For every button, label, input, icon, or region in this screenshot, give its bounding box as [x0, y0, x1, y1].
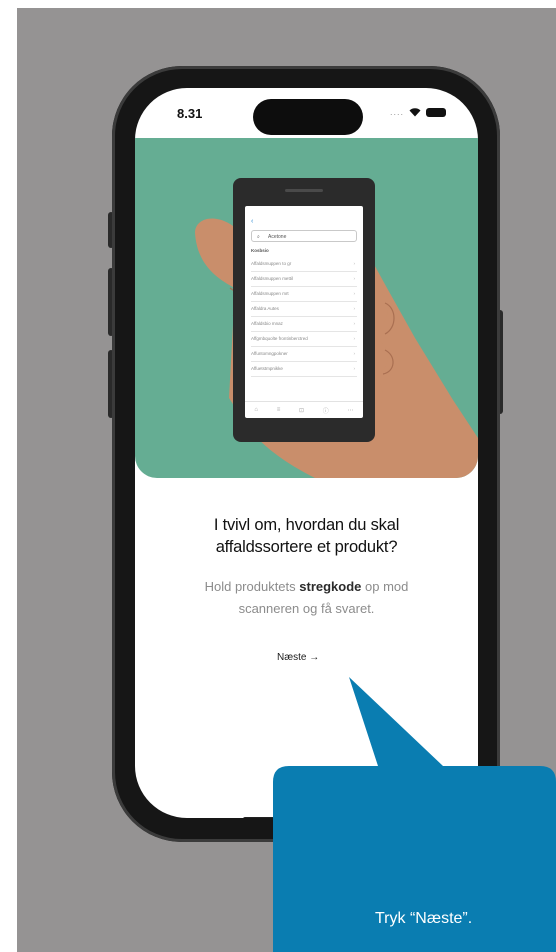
- stregkode-emphasis: stregkode: [299, 579, 362, 594]
- chevron-right-icon: ›: [353, 366, 356, 371]
- mini-section-label: Kosbsio: [251, 248, 269, 253]
- onboarding-heading: I tvivl om, hvordan du skal affaldssorte…: [135, 514, 478, 558]
- callout-text: Tryk “Næste”.: [375, 910, 473, 927]
- chevron-right-icon: ›: [353, 276, 356, 281]
- mini-list-item: Affaldra Autes ›: [251, 302, 357, 317]
- mini-list-item: Affuntomngpokner ›: [251, 347, 357, 362]
- heading-line-2: affaldssortere et produkt?: [215, 538, 398, 556]
- mini-phone: ‹ ⌕ Acetone Kosbsio Affaldsmuppen to gr ›…: [233, 178, 375, 442]
- mini-list-item: Affaldsmuppen mettil ›: [251, 272, 357, 287]
- status-icons: ....: [390, 107, 446, 117]
- mini-list-item: Affgmbquolte frontinberctred ›: [251, 332, 357, 347]
- hero-illustration: ‹ ⌕ Acetone Kosbsio Affaldsmuppen to gr ›…: [135, 138, 478, 478]
- chevron-right-icon: ›: [353, 321, 356, 326]
- mini-search-text: Acetone: [268, 234, 287, 240]
- list-icon: ≡: [276, 407, 281, 413]
- wifi-icon: [409, 108, 421, 117]
- mini-list-item: Affaldsmuppen mrt ›: [251, 287, 357, 302]
- onboarding-description: Hold produktets stregkode op mod scanner…: [135, 576, 478, 620]
- mini-speaker: [285, 189, 323, 192]
- description-line-1: Hold produktets stregkode op mod: [204, 579, 409, 594]
- home-icon: ⌂: [254, 407, 258, 413]
- mini-list-item: Affuetstmpnikke ›: [251, 362, 357, 377]
- mini-search-field: ⌕ Acetone: [251, 230, 357, 242]
- chevron-right-icon: ›: [353, 336, 356, 341]
- info-icon: ⓘ: [322, 408, 329, 415]
- phone-screen: 8.31 .... ‹ ⌕ Acetone Kosbsio Affaldsmup…: [135, 88, 478, 818]
- more-icon: ⋯: [347, 407, 354, 414]
- signal-icon: ....: [389, 107, 404, 117]
- mini-phone-screen: ‹ ⌕ Acetone Kosbsio Affaldsmuppen to gr ›…: [245, 206, 363, 418]
- battery-icon: [426, 107, 446, 117]
- next-label: Næste: [277, 652, 307, 663]
- chevron-right-icon: ›: [353, 261, 356, 266]
- status-bar: 8.31 ....: [135, 88, 478, 138]
- heading-line-1: I tvivl om, hvordan du skal: [213, 516, 400, 534]
- mini-search-icon: ⌕: [257, 234, 260, 240]
- chevron-right-icon: ›: [353, 351, 356, 356]
- status-time: 8.31: [177, 106, 203, 121]
- mini-tab-bar: ⌂ ≡ ⊡ ⓘ ⋯: [245, 401, 363, 418]
- next-button[interactable]: Næste →: [277, 652, 319, 663]
- description-line-2: scanneren og få svaret.: [238, 601, 375, 616]
- mini-list: Affaldsmuppen to gr › Affaldsmuppen metti…: [251, 257, 357, 377]
- scan-icon: ⊡: [299, 407, 305, 414]
- home-indicator: [243, 817, 371, 818]
- chevron-right-icon: ›: [353, 306, 356, 311]
- mini-back-icon: ‹: [251, 218, 254, 225]
- chevron-right-icon: ›: [353, 291, 356, 296]
- arrow-right-icon: →: [309, 652, 320, 663]
- mini-list-item: Affaldsmuppen to gr ›: [251, 257, 357, 272]
- mini-list-item: Affaldsbio mnaz ›: [251, 317, 357, 332]
- dynamic-island: [253, 99, 363, 135]
